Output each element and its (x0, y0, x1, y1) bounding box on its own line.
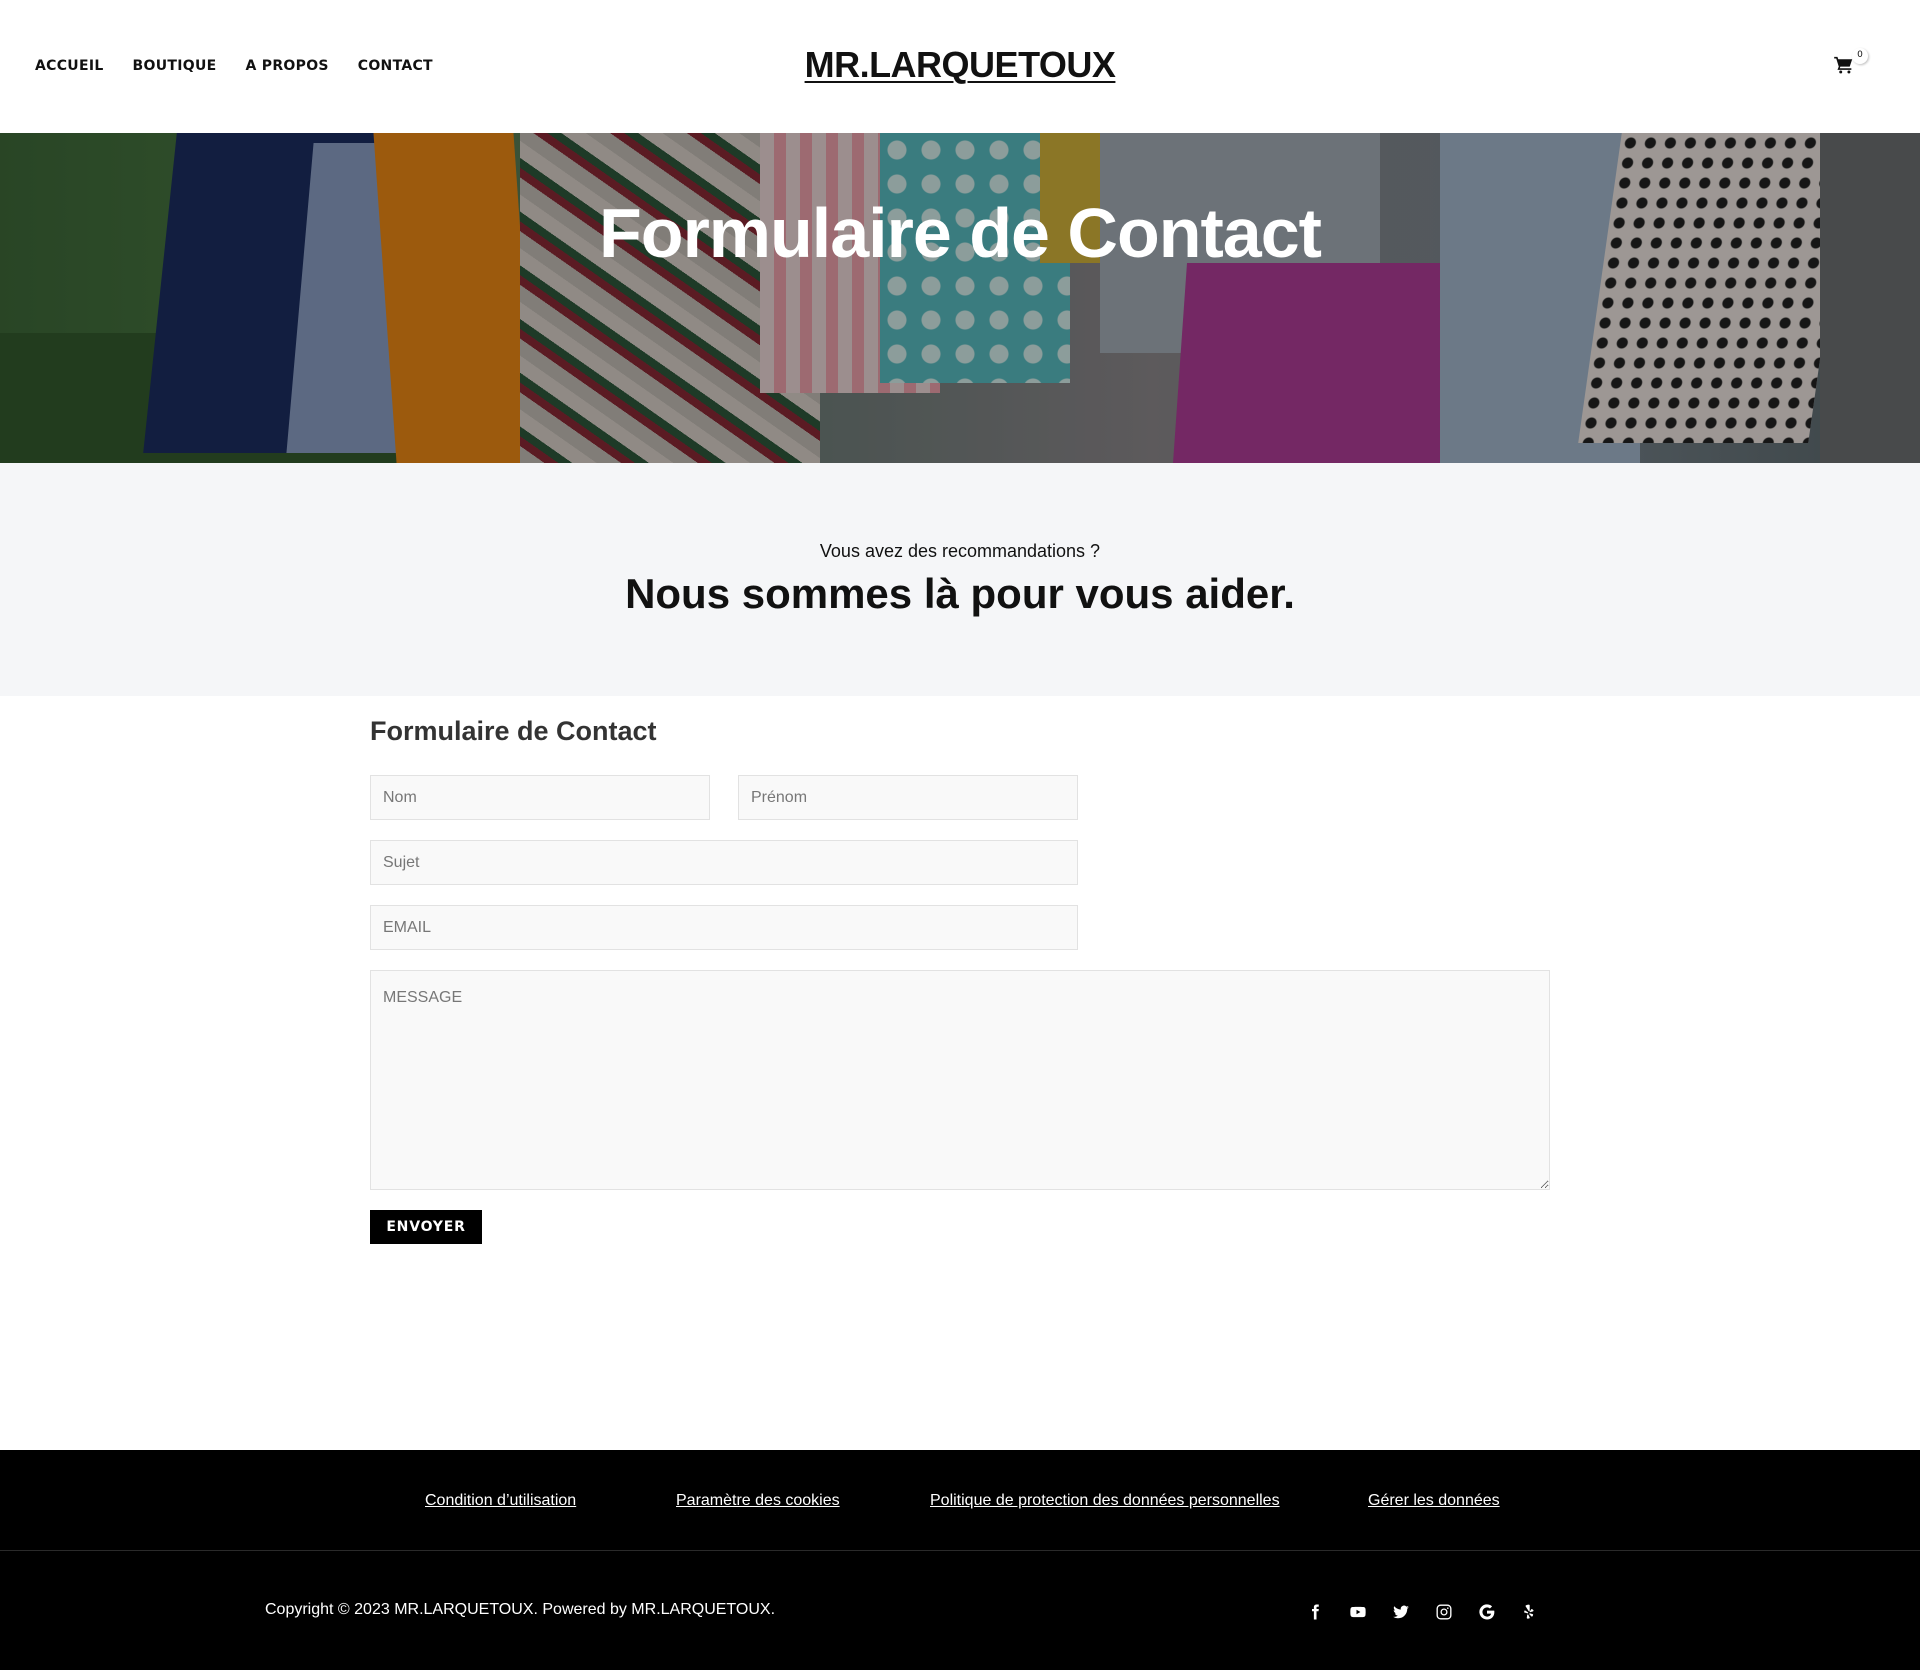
youtube-icon[interactable] (1348, 1602, 1368, 1622)
footer-link-cookies[interactable]: Paramètre des cookies (676, 1492, 840, 1510)
intro-subtitle: Vous avez des recommandations ? (819, 541, 1101, 561)
message-textarea[interactable] (370, 970, 1550, 1190)
site-logo-wrap: MR.LARQUETOUX (0, 44, 1920, 86)
hero-banner: Formulaire de Contact (0, 133, 1920, 463)
sujet-input[interactable] (370, 840, 1078, 885)
intro-title: Nous sommes là pour vous aider. (625, 570, 1295, 617)
footer-links-bar: Condition d’utilisation Paramètre des co… (0, 1450, 1920, 1551)
site-header: ACCUEIL BOUTIQUE A PROPOS CONTACT MR.LAR… (0, 0, 1920, 133)
prenom-input[interactable] (738, 775, 1078, 820)
instagram-icon[interactable] (1434, 1602, 1454, 1622)
hero-overlay (0, 133, 1920, 463)
nom-input[interactable] (370, 775, 710, 820)
facebook-icon[interactable] (1305, 1602, 1325, 1622)
footer-bottom: Copyright © 2023 MR.LARQUETOUX. Powered … (0, 1551, 1920, 1670)
footer-link-conditions[interactable]: Condition d’utilisation (425, 1492, 576, 1510)
twitter-icon[interactable] (1391, 1602, 1411, 1622)
form-title: Formulaire de Contact (370, 716, 657, 746)
footer-link-manage-data[interactable]: Gérer les données (1368, 1492, 1500, 1510)
google-icon[interactable] (1477, 1602, 1497, 1622)
yelp-icon[interactable] (1520, 1602, 1540, 1622)
site-logo[interactable]: MR.LARQUETOUX (805, 44, 1116, 85)
copyright-text: Copyright © 2023 MR.LARQUETOUX. Powered … (265, 1601, 776, 1618)
email-input[interactable] (370, 905, 1078, 950)
submit-button[interactable]: ENVOYER (370, 1210, 482, 1244)
cart-count-badge: 0 (1852, 48, 1868, 64)
footer-link-privacy[interactable]: Politique de protection des données pers… (930, 1492, 1280, 1510)
intro-section: Vous avez des recommandations ? Nous som… (0, 463, 1920, 696)
hero-title: Formulaire de Contact (599, 194, 1322, 272)
